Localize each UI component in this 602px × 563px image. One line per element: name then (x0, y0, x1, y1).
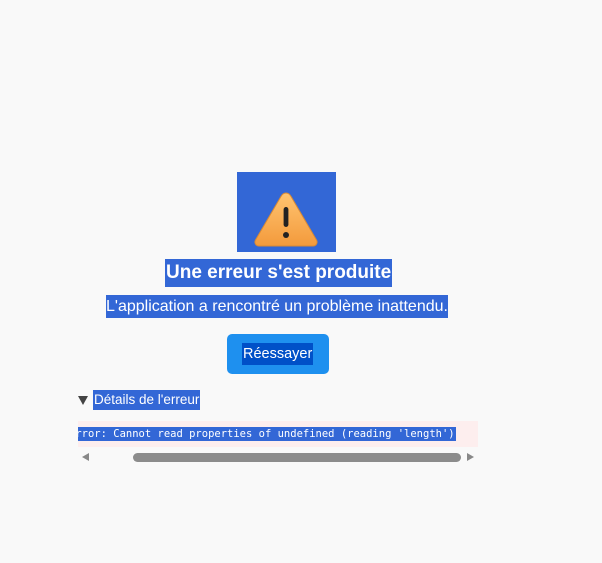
scrollbar-thumb[interactable] (133, 453, 461, 462)
warning-icon (254, 192, 318, 247)
error-message: Error: Cannot read properties of undefin… (78, 427, 456, 441)
error-page: Une erreur s'est produite L'application … (0, 0, 602, 563)
retry-button-label: Réessayer (242, 343, 314, 365)
error-details-toggle[interactable]: Détails de l'erreur (78, 390, 201, 410)
warning-icon-container (237, 172, 336, 252)
scroll-right-arrow-icon[interactable] (467, 453, 474, 461)
error-stack-box: Error: Cannot read properties of undefin… (78, 421, 478, 447)
error-details-label: Détails de l'erreur (93, 390, 201, 410)
horizontal-scrollbar[interactable] (78, 450, 478, 465)
triangle-down-icon (78, 396, 88, 405)
scroll-left-arrow-icon[interactable] (82, 453, 89, 461)
error-subtitle: L'application a rencontré un problème in… (106, 295, 448, 318)
error-title: Une erreur s'est produite (165, 259, 393, 287)
retry-button[interactable]: Réessayer (227, 334, 329, 374)
